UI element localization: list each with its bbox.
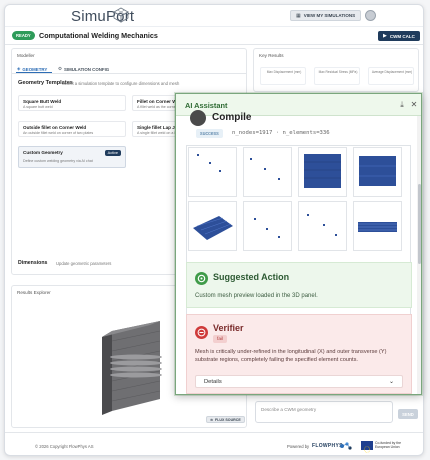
cwm-calc-label: CWM CALC [389,33,415,39]
status-badge: READY [12,31,35,40]
details-label: Details [204,379,222,385]
mesh-thumbnail[interactable] [353,201,402,251]
cwm-calc-button[interactable]: ▶ CWM CALC [378,31,420,41]
ai-assistant-panel: AI Assistant ⤓ ✕ Compile success n_nodes… [175,93,422,395]
template-desc: A square butt weld [23,105,53,109]
suggested-action-text: Custom mesh preview loaded in the 3D pan… [195,293,318,299]
mesh-thumbnail[interactable] [243,147,292,197]
suggested-action-card: Suggested Action Custom mesh preview loa… [186,262,412,308]
settings-icon: ⚙ [58,66,62,71]
mesh-thumbnail[interactable] [353,147,402,197]
flowphys-logo-icon [340,442,352,450]
close-icon[interactable]: ✕ [409,100,419,110]
modeller-title: Modeller [17,53,35,58]
flux-source-label: FLUX SOURCE [215,417,241,422]
scrollbar-thumb[interactable] [418,184,421,264]
template-desc: An outside fillet weld on corner of two … [23,131,94,135]
weld-model-viewport[interactable] [72,311,182,421]
key-result-box: Max Displacement (mm) [260,67,306,85]
chat-input[interactable]: Describe a CWM geometry [255,401,393,423]
suggested-action-title: Suggested Action [213,272,290,282]
eu-funding-text: Co-funded by the European Union [375,441,402,449]
template-card-custom[interactable]: Custom Geometry Define custom welding ge… [18,146,126,168]
template-title: Square Butt Weld [23,99,62,104]
dimensions-title: Dimensions [18,260,48,266]
verifier-icon [195,326,208,339]
eu-flag-icon [361,441,373,453]
compile-card: Compile success n_nodes=1917 · n_element… [186,110,409,142]
key-results-panel: Key Results Max Displacement (mm) Max Re… [253,48,419,92]
send-button[interactable]: SEND [398,409,418,419]
mesh-stats: n_nodes=1917 · n_elements=336 [232,130,330,136]
gear-icon [190,110,206,126]
flux-source-button[interactable]: ≋ FLUX SOURCE [206,416,245,423]
mesh-thumbnail[interactable] [298,147,347,197]
active-badge: Active [104,150,121,156]
fail-chip: fail [213,335,228,343]
key-result-box: Average Displacement (mm) [368,67,414,85]
key-result-box: Max Residual Stress (MPa) [314,67,360,85]
modeller-tabs: ◈ GEOMETRY ⚙ SIMULATION CONFIG [12,64,246,74]
grid-icon: ▦ [296,12,301,19]
template-card[interactable]: Square Butt Weld A square butt weld [18,95,126,111]
title-bar: READY Computational Welding Mechanics ▶ … [5,27,423,45]
tab-geometry-label: GEOMETRY [22,66,48,72]
verifier-title: Verifier [213,323,244,333]
chevron-down-icon: ⌄ [388,379,394,385]
verifier-card: Verifier fail Mesh is critically under-r… [186,314,412,394]
ai-assistant-title: AI Assistant [185,101,228,110]
results-explorer-title: Results Explorer [17,290,51,295]
mesh-thumbnail[interactable] [243,201,292,251]
tab-underline [16,72,52,73]
play-icon: ▶ [383,33,387,39]
mesh-thumbnail[interactable] [298,201,347,251]
view-simulations-button[interactable]: ▦ VIEW MY SIMULATIONS [290,10,362,21]
compile-title: Compile [212,112,252,123]
dimensions-subtitle: Update geometric parameters [56,261,112,266]
avatar[interactable] [365,10,376,21]
template-title: Custom Geometry [23,150,63,155]
top-bar: SimuPort ▦ VIEW MY SIMULATIONS [5,5,423,27]
cube-logo-icon [113,7,129,23]
copyright-text: © 2026 Copyright FlowPhys AS [35,444,94,449]
details-dropdown[interactable]: Details ⌄ [195,375,403,388]
flux-icon: ≋ [210,417,214,422]
template-card[interactable]: Outside fillet on Corner Weld An outside… [18,121,126,137]
target-icon [195,272,208,285]
template-desc: Define custom welding geometry via AI ch… [23,159,93,163]
download-icon[interactable]: ⤓ [397,100,407,110]
mesh-thumbnail[interactable] [188,147,237,197]
view-simulations-label: VIEW MY SIMULATIONS [303,13,356,18]
key-result-label: Average Displacement (mm) [371,70,413,74]
geometry-templates-subtitle: Select a simulation template to configur… [62,81,180,86]
mesh-thumbnail[interactable] [188,201,237,251]
key-result-label: Max Residual Stress (MPa) [318,70,358,74]
key-results-title: Key Results [259,53,284,58]
tab-simulation-config-label: SIMULATION CONFIG [63,66,110,72]
verifier-text: Mesh is critically under-refined in the … [195,349,387,363]
success-chip: success [196,129,223,138]
template-title: Outside fillet on Corner Weld [23,125,87,130]
chat-placeholder: Describe a CWM geometry [261,407,317,412]
page-title: Computational Welding Mechanics [39,31,158,40]
footer: © 2026 Copyright FlowPhys AS Powered by … [5,432,423,455]
key-result-label: Max Displacement (mm) [266,70,302,74]
tab-simulation-config[interactable]: ⚙ SIMULATION CONFIG [58,66,109,72]
powered-by-text: Powered by [287,444,310,449]
